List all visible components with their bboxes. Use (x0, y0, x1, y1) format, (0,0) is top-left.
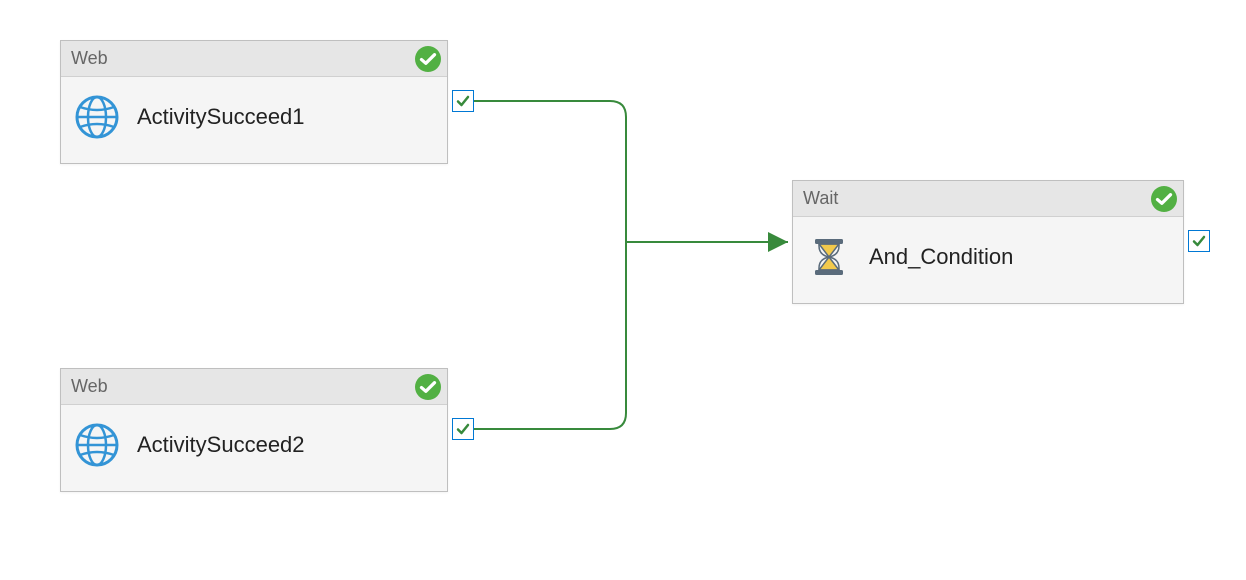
node-type-label: Web (71, 376, 108, 397)
success-status-icon (415, 374, 441, 400)
pipeline-canvas[interactable]: Web ActivitySucceed1 Web (0, 0, 1246, 580)
node-title: ActivitySucceed1 (137, 104, 305, 130)
node-header: Wait (793, 181, 1183, 217)
success-status-icon (415, 46, 441, 72)
hourglass-icon (807, 235, 851, 279)
success-status-icon (1151, 186, 1177, 212)
output-port-success[interactable] (1188, 230, 1210, 252)
node-header: Web (61, 41, 447, 77)
output-port-success[interactable] (452, 90, 474, 112)
node-type-label: Wait (803, 188, 838, 209)
node-header: Web (61, 369, 447, 405)
node-title: And_Condition (869, 244, 1013, 270)
output-port-success[interactable] (452, 418, 474, 440)
node-title: ActivitySucceed2 (137, 432, 305, 458)
globe-icon (75, 95, 119, 139)
activity-node-web-2[interactable]: Web ActivitySucceed2 (60, 368, 448, 492)
activity-node-wait[interactable]: Wait And_Condition (792, 180, 1184, 304)
node-body: ActivitySucceed2 (61, 405, 447, 485)
globe-icon (75, 423, 119, 467)
node-body: And_Condition (793, 217, 1183, 297)
node-type-label: Web (71, 48, 108, 69)
node-body: ActivitySucceed1 (61, 77, 447, 157)
activity-node-web-1[interactable]: Web ActivitySucceed1 (60, 40, 448, 164)
